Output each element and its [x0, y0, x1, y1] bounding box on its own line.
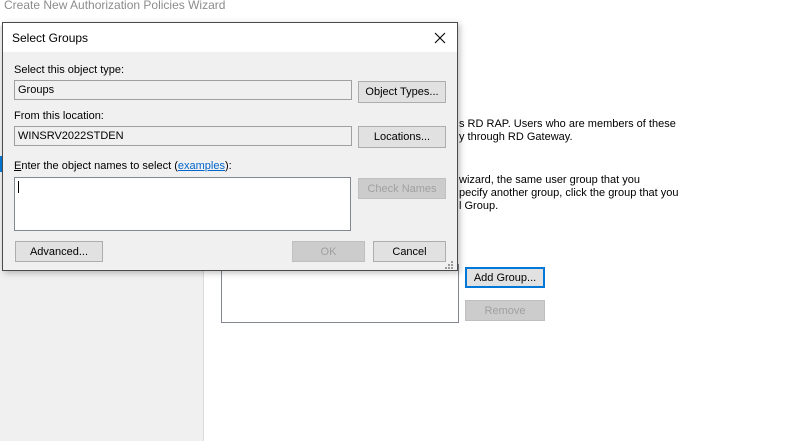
object-names-label: Enter the object names to select (exampl…	[14, 160, 232, 172]
user-groups-list[interactable]	[221, 264, 459, 323]
close-icon	[434, 32, 446, 43]
location-field: WINSRV2022STDEN	[14, 126, 352, 146]
object-names-label-text: nter the object names to select (	[21, 160, 178, 172]
wizard-description-1-line-1: s RD RAP. Users who are members of these	[459, 118, 676, 130]
resize-grip-icon[interactable]	[444, 260, 454, 270]
ok-button[interactable]: OK	[292, 241, 365, 262]
wizard-description-2-line-3: l Group.	[459, 200, 499, 212]
check-names-button[interactable]: Check Names	[358, 178, 446, 199]
wizard-description-2-line-1: wizard, the same user group that you	[459, 174, 640, 186]
object-type-field: Groups	[14, 80, 352, 100]
close-button[interactable]	[423, 23, 457, 52]
wizard-description-2-line-2: pecify another group, click the group th…	[459, 187, 679, 199]
object-names-label-suffix: ):	[224, 160, 232, 172]
location-label: From this location:	[14, 110, 104, 122]
object-names-input[interactable]	[14, 177, 351, 231]
wizard-description-1: s RD RAP. Users who are members of these…	[459, 118, 676, 144]
examples-link[interactable]: examples	[178, 160, 225, 172]
wizard-title: Create New Authorization Policies Wizard	[4, 0, 226, 12]
wizard-description-1-line-2: y through RD Gateway.	[459, 131, 573, 143]
cancel-button[interactable]: Cancel	[373, 241, 446, 262]
text-caret	[18, 181, 19, 193]
remove-button[interactable]: Remove	[465, 300, 545, 321]
advanced-button[interactable]: Advanced...	[15, 241, 103, 262]
wizard-description-2: wizard, the same user group that you pec…	[459, 174, 679, 213]
object-type-label: Select this object type:	[14, 64, 125, 76]
locations-button[interactable]: Locations...	[358, 126, 446, 148]
add-group-button[interactable]: Add Group...	[465, 267, 545, 288]
select-groups-dialog: Select Groups Select this object type: G…	[2, 22, 458, 271]
dialog-title: Select Groups	[12, 31, 89, 45]
object-types-button[interactable]: Object Types...	[358, 81, 446, 103]
